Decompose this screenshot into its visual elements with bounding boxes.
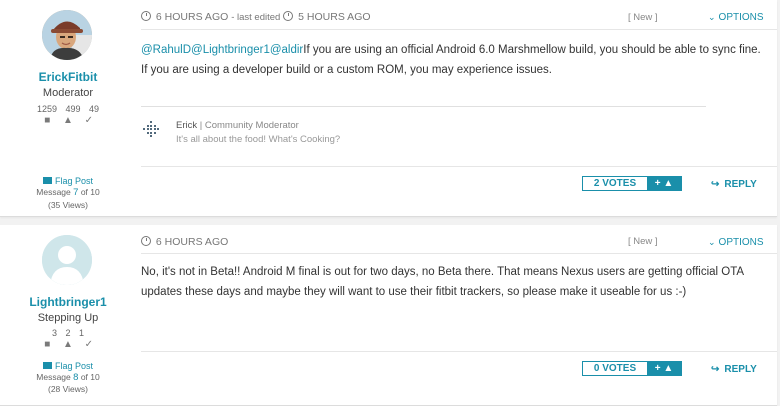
edited-time: 5 HOURS AGO: [298, 11, 371, 23]
post-time: 6 HOURS AGO: [155, 11, 229, 23]
signature-role: | Community Moderator: [199, 120, 299, 131]
mention-link[interactable]: @aldir: [270, 44, 303, 56]
clock-icon: [141, 236, 151, 246]
status-badge: [ New ]: [628, 12, 658, 23]
stat-solutions: 49: [89, 104, 100, 114]
author-stats: 1259 499 49: [0, 104, 136, 114]
upvote-plus: +: [654, 363, 661, 374]
options-label: OPTIONS: [718, 237, 764, 248]
header-divider: [141, 29, 777, 30]
avatar[interactable]: [42, 235, 92, 285]
post-card: ErickFitbit Moderator 1259 499 49 ■ ▲ ✓ …: [0, 0, 777, 217]
stat-kudos: 499: [65, 104, 81, 114]
signature-text: It's all about the food! What's Cooking?: [176, 134, 341, 145]
upvote-button[interactable]: + ▲: [647, 177, 681, 190]
message-prefix: Message: [36, 187, 71, 197]
reply-button[interactable]: ↪ REPLY: [711, 179, 757, 190]
default-avatar-icon: [42, 235, 92, 285]
post-timestamp: 6 HOURS AGO - last edited 5 HOURS AGO: [141, 11, 371, 23]
post-card: Lightbringer1 Stepping Up 3 2 1 ■ ▲ ✓ Fl…: [0, 225, 777, 406]
author-stat-icons: ■ ▲ ✓: [0, 115, 136, 126]
views-count: (28 Views): [48, 384, 88, 394]
message-suffix: of 10: [80, 187, 100, 197]
message-number[interactable]: 8: [73, 372, 78, 383]
comment-icon: ■: [44, 115, 51, 126]
author-stat-icons: ■ ▲ ✓: [0, 339, 136, 350]
thumbs-up-icon: ▲: [63, 115, 73, 126]
flag-post-link[interactable]: Flag Post: [0, 176, 136, 186]
stat-posts: 3: [51, 328, 57, 338]
author-sidebar: ErickFitbit Moderator 1259 499 49 ■ ▲ ✓ …: [0, 0, 136, 216]
reply-arrow-icon: ↪: [711, 364, 720, 375]
edited-prefix: - last edited: [231, 12, 281, 23]
status-badge: [ New ]: [628, 236, 658, 247]
thumbs-up-icon: ▲: [663, 178, 674, 189]
flag-icon: [42, 362, 52, 369]
author-stats: 3 2 1: [0, 328, 136, 338]
reply-button[interactable]: ↪ REPLY: [711, 364, 757, 375]
comment-icon: ■: [44, 339, 51, 350]
footer-divider: [141, 351, 777, 352]
votes-count[interactable]: 0 VOTES: [583, 362, 647, 375]
mention-link[interactable]: @Lightbringer1: [191, 44, 270, 56]
signature-name: Erick | Community Moderator: [176, 120, 299, 131]
flag-post-label: Flag Post: [54, 361, 94, 371]
avatar[interactable]: [42, 10, 92, 60]
flag-icon: [42, 177, 52, 184]
views-count: (35 Views): [48, 200, 88, 210]
stat-kudos: 2: [65, 328, 71, 338]
reply-arrow-icon: ↪: [711, 179, 720, 190]
message-prefix: Message: [36, 372, 71, 382]
message-counter: Message 8 of 10: [0, 372, 136, 383]
flag-post-link[interactable]: Flag Post: [0, 361, 136, 371]
check-icon: ✓: [84, 115, 93, 126]
clock-icon: [283, 11, 294, 21]
fitbit-logo: [143, 121, 160, 138]
upvote-plus: +: [654, 178, 661, 189]
author-rank: Moderator: [42, 87, 94, 99]
post-body: No, it's not in Beta!! Android M final i…: [141, 262, 761, 302]
reply-label: REPLY: [724, 364, 757, 375]
post-time: 6 HOURS AGO: [155, 236, 229, 248]
message-suffix: of 10: [80, 372, 100, 382]
chevron-down-icon: ⌄: [708, 237, 716, 247]
header-divider: [141, 253, 777, 254]
author-username[interactable]: ErickFitbit: [0, 70, 136, 84]
signature-divider: [141, 106, 706, 107]
post-body: @RahulD@Lightbringer1@aldirIf you are us…: [141, 40, 761, 80]
post-body-text: No, it's not in Beta!! Android M final i…: [141, 266, 744, 298]
message-number[interactable]: 7: [73, 187, 78, 198]
flag-post-label: Flag Post: [54, 176, 94, 186]
mention-link[interactable]: @RahulD: [141, 44, 191, 56]
options-menu[interactable]: ⌄ OPTIONS: [708, 237, 764, 248]
footer-divider: [141, 166, 777, 167]
check-icon: ✓: [84, 339, 93, 350]
author-rank: Stepping Up: [37, 312, 99, 324]
votes-widget: 2 VOTES + ▲: [582, 176, 682, 191]
stat-posts: 1259: [36, 104, 57, 114]
post-timestamp: 6 HOURS AGO: [141, 236, 228, 248]
avatar-photo-icon: [42, 10, 92, 60]
thumbs-up-icon: ▲: [663, 363, 674, 374]
reply-label: REPLY: [724, 179, 757, 190]
thumbs-up-icon: ▲: [63, 339, 73, 350]
chevron-down-icon: ⌄: [708, 12, 716, 22]
message-counter: Message 7 of 10: [0, 187, 136, 198]
author-username[interactable]: Lightbringer1: [0, 295, 136, 309]
upvote-button[interactable]: + ▲: [647, 362, 681, 375]
votes-count[interactable]: 2 VOTES: [583, 177, 647, 190]
author-sidebar: Lightbringer1 Stepping Up 3 2 1 ■ ▲ ✓ Fl…: [0, 225, 136, 405]
options-menu[interactable]: ⌄ OPTIONS: [708, 12, 764, 23]
signature-author: Erick: [176, 120, 198, 131]
clock-icon: [141, 11, 151, 21]
options-label: OPTIONS: [718, 12, 764, 23]
stat-solutions: 1: [79, 328, 85, 338]
votes-widget: 0 VOTES + ▲: [582, 361, 682, 376]
